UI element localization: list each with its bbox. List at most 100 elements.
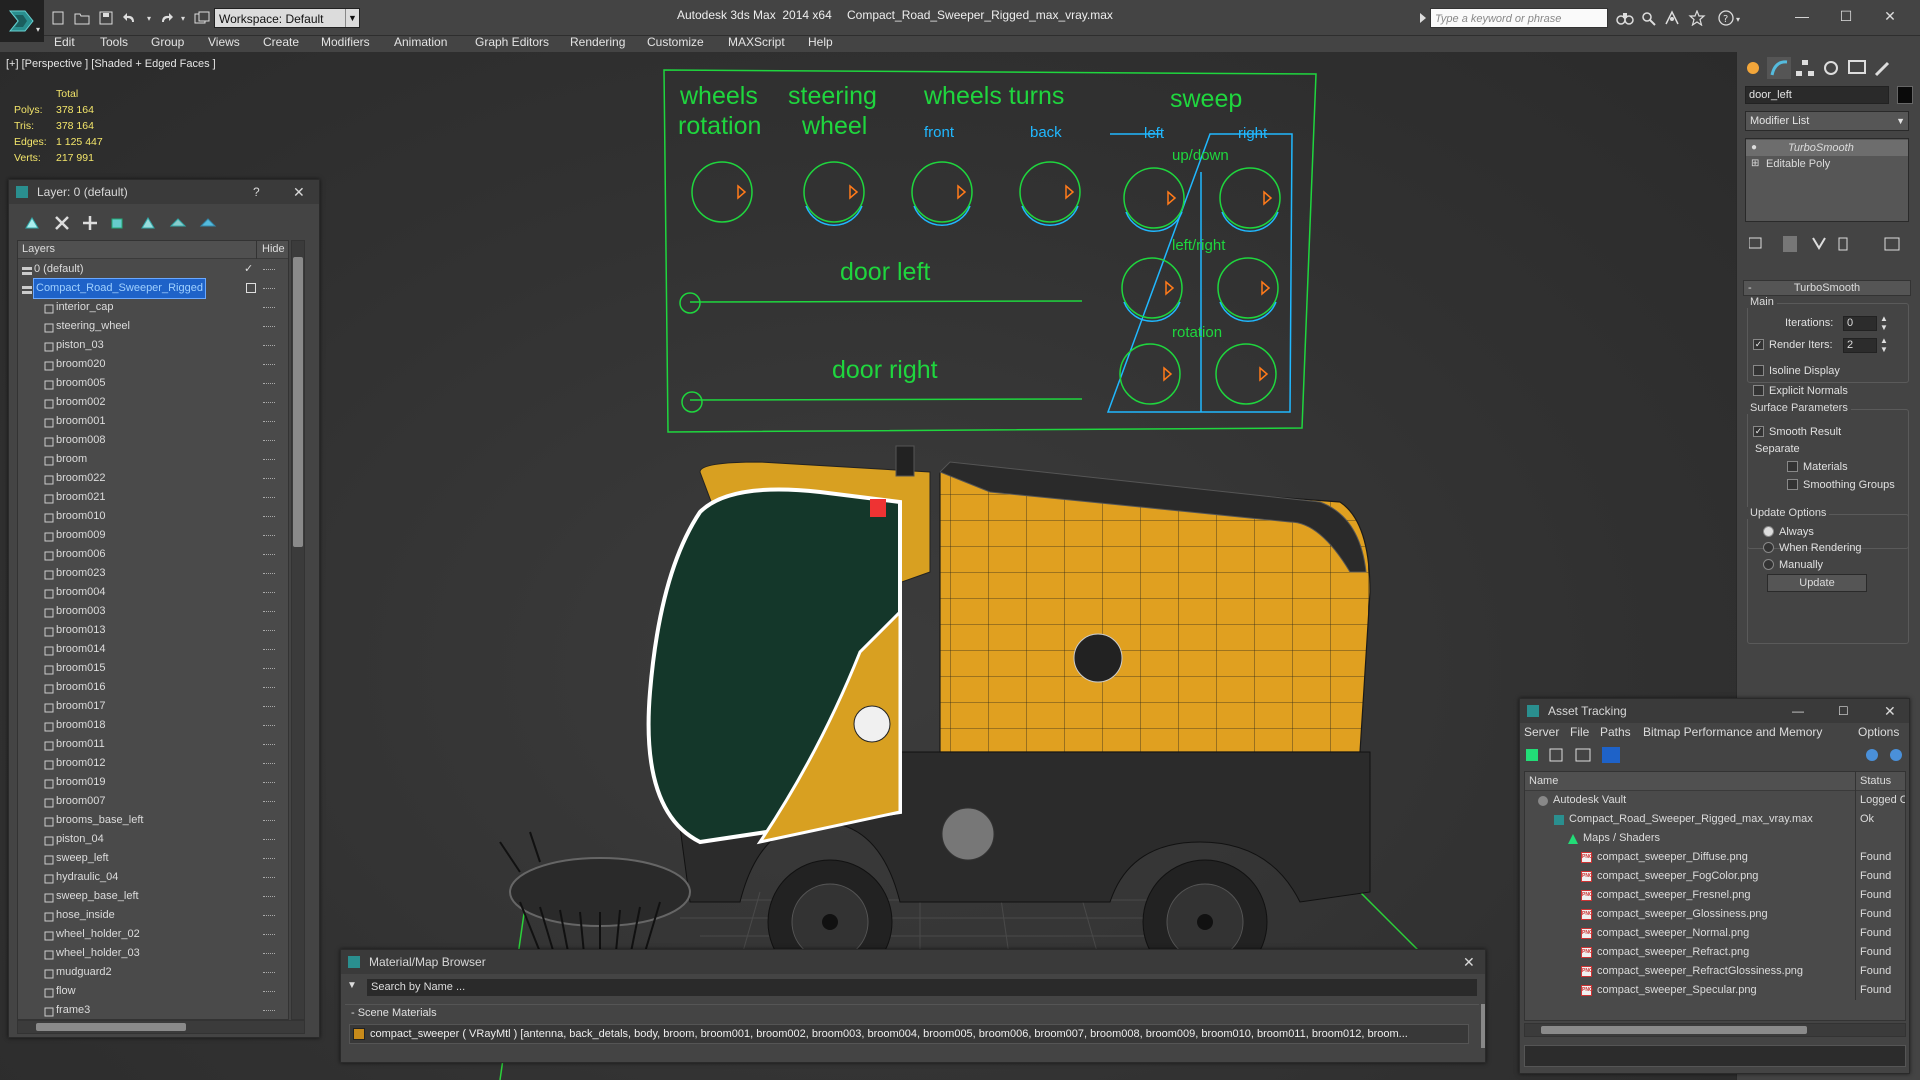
configure-modifier-sets-icon[interactable] — [1884, 237, 1900, 251]
maximize-icon[interactable]: ☐ — [1826, 5, 1866, 27]
layer-row[interactable]: broom017 — [18, 697, 288, 716]
hide-toggle[interactable] — [263, 307, 275, 308]
stack-item-turbosmooth[interactable]: ● TurboSmooth — [1746, 140, 1908, 156]
hide-toggle[interactable] — [263, 269, 275, 270]
spinner-arrows-icon[interactable]: ▲ ▼ — [1880, 314, 1888, 332]
layer-row[interactable]: broom003 — [18, 602, 288, 621]
menu-modifiers[interactable]: Modifiers — [321, 34, 370, 50]
menu-edit[interactable]: Edit — [54, 34, 75, 50]
layer-row[interactable]: Compact_Road_Sweeper_Rigged — [18, 278, 288, 299]
hide-toggle[interactable] — [263, 687, 275, 688]
asset-menu-bitmap[interactable]: Bitmap Performance and Memory — [1643, 725, 1822, 739]
asset-row[interactable]: PNG compact_sweeper_RefractGlossiness.png… — [1525, 962, 1905, 981]
layer-row[interactable]: steering_wheel — [18, 317, 288, 336]
asset-row[interactable]: PNG compact_sweeper_Normal.png Found — [1525, 924, 1905, 943]
menu-rendering[interactable]: Rendering — [570, 34, 625, 50]
slider-door-right[interactable] — [681, 391, 1083, 413]
layer-row[interactable]: sweep_left — [18, 849, 288, 868]
smooth-result-checkbox[interactable]: ✓ — [1753, 426, 1764, 437]
layer-row[interactable]: wheel_holder_02 — [18, 925, 288, 944]
remove-modifier-icon[interactable] — [1838, 237, 1848, 251]
hide-toggle[interactable] — [263, 877, 275, 878]
dial-sweep-left-leftright[interactable] — [1121, 257, 1183, 322]
menu-tools[interactable]: Tools — [100, 34, 128, 50]
create-tab-icon[interactable] — [1741, 57, 1765, 79]
workspace-dropdown[interactable]: Workspace: Default ▼ — [214, 8, 360, 28]
layer-name[interactable]: broom020 — [56, 355, 106, 374]
hide-toggle[interactable] — [263, 573, 275, 574]
layer-name[interactable]: wheel_holder_02 — [56, 925, 140, 944]
layer-row[interactable]: 0 (default) ✓ — [18, 260, 288, 279]
layer-name[interactable]: broom010 — [56, 507, 106, 526]
layer-name[interactable]: hydraulic_04 — [56, 868, 118, 887]
material-search-input[interactable]: Search by Name ... — [367, 979, 1477, 996]
close-icon[interactable]: ✕ — [1463, 950, 1475, 974]
object-name-field[interactable]: door_left — [1745, 86, 1889, 104]
layer-row[interactable]: broom002 — [18, 393, 288, 412]
layer-name[interactable]: frame3 — [56, 1001, 90, 1019]
layer-row[interactable]: piston_04 — [18, 830, 288, 849]
redo-icon[interactable] — [156, 9, 176, 27]
render-iters-checkbox[interactable]: ✓ — [1753, 339, 1764, 350]
hide-toggle[interactable] — [263, 421, 275, 422]
scene-materials-section[interactable]: - Scene Materials — [345, 1004, 1479, 1021]
layer-name[interactable]: broom002 — [56, 393, 106, 412]
render-iters-spinner[interactable]: 2 — [1843, 338, 1877, 353]
asset-menu-options[interactable]: Options — [1858, 725, 1899, 739]
layer-name[interactable]: interior_cap — [56, 298, 113, 317]
manually-radio[interactable] — [1763, 559, 1774, 570]
asset-row[interactable]: Maps / Shaders — [1525, 829, 1905, 848]
hide-toggle[interactable] — [263, 288, 275, 289]
communication-center-icon[interactable] — [1664, 10, 1682, 26]
layer-list-scrollbar[interactable] — [291, 240, 305, 1020]
layer-name[interactable]: broom019 — [56, 773, 106, 792]
layer-name[interactable]: hose_inside — [56, 906, 115, 925]
asset-row[interactable]: PNG compact_sweeper_Fresnel.png Found — [1525, 886, 1905, 905]
pin-stack-icon[interactable] — [1749, 237, 1762, 249]
layer-name[interactable]: broom007 — [56, 792, 106, 811]
layer-row[interactable]: broom015 — [18, 659, 288, 678]
minimize-icon[interactable]: ― — [1782, 5, 1822, 27]
layer-sort-icon[interactable] — [23, 214, 41, 232]
keyword-search-input[interactable]: Type a keyword or phrase — [1430, 8, 1608, 28]
always-radio[interactable] — [1763, 526, 1774, 537]
search-expand-icon[interactable] — [1418, 10, 1428, 26]
hide-toggle[interactable] — [263, 763, 275, 764]
layer-row[interactable]: sweep_base_left — [18, 887, 288, 906]
display-tab-icon[interactable] — [1845, 57, 1869, 79]
layer-row[interactable]: hose_inside — [18, 906, 288, 925]
layer-name[interactable]: broom017 — [56, 697, 106, 716]
menu-maxscript[interactable]: MAXScript — [728, 34, 785, 50]
menu-help[interactable]: Help — [808, 34, 833, 50]
layer-name[interactable]: broom013 — [56, 621, 106, 640]
close-window-icon[interactable]: ✕ — [1870, 5, 1910, 27]
dial-sweep-left-rotation[interactable] — [1119, 343, 1181, 405]
layer-row[interactable]: broom008 — [18, 431, 288, 450]
dial-wheels-rotation[interactable] — [691, 161, 753, 223]
hide-toggle[interactable] — [263, 782, 275, 783]
utilities-tab-icon[interactable] — [1871, 57, 1895, 79]
vault-settings-icon[interactable] — [1890, 749, 1902, 761]
layer-row[interactable]: broom006 — [18, 545, 288, 564]
spinner-arrows-icon[interactable]: ▲ ▼ — [1880, 336, 1888, 354]
asset-row[interactable]: PNG compact_sweeper_Glossiness.png Found — [1525, 905, 1905, 924]
help-icon[interactable]: ? — [253, 180, 260, 204]
hide-toggle[interactable] — [263, 497, 275, 498]
layer-name[interactable]: steering_wheel — [56, 317, 130, 336]
hierarchy-tab-icon[interactable] — [1793, 57, 1817, 79]
layer-row[interactable]: broom009 — [18, 526, 288, 545]
asset-row[interactable]: PNG compact_sweeper_Specular.png Found — [1525, 981, 1905, 1000]
dial-wheels-turn-back[interactable] — [1019, 161, 1081, 226]
asset-hscrollbar[interactable] — [1524, 1023, 1906, 1037]
hide-toggle[interactable] — [263, 611, 275, 612]
vault-help-icon[interactable] — [1866, 749, 1878, 761]
update-button[interactable]: Update — [1767, 574, 1867, 592]
col-name-header[interactable]: Name — [1529, 772, 1558, 791]
layer-name[interactable]: broom015 — [56, 659, 106, 678]
list-view-icon[interactable] — [1549, 748, 1563, 762]
hide-toggle[interactable] — [263, 554, 275, 555]
material-list-item[interactable]: compact_sweeper ( VRayMtl ) [antenna, ba… — [349, 1024, 1469, 1044]
browser-options-icon[interactable]: ▼ — [347, 980, 357, 991]
modifier-stack[interactable]: ● TurboSmooth ⊞ Editable Poly — [1745, 138, 1909, 222]
col-layers-header[interactable]: Layers — [22, 243, 55, 255]
